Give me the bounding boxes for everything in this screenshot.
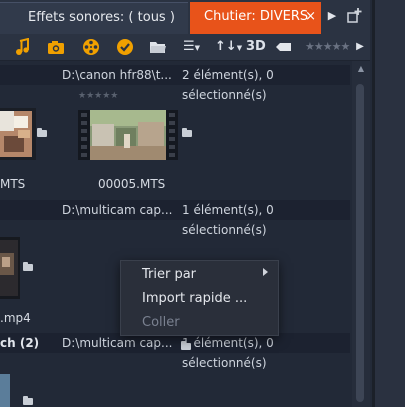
- menu-item-quick-import[interactable]: Import rapide ...: [142, 291, 247, 306]
- rating-filter-stars[interactable]: ★★★★★: [305, 38, 351, 56]
- menu-item-sort-by[interactable]: Trier par: [142, 267, 196, 282]
- folder-icon: [37, 128, 47, 137]
- submenu-arrow-icon: [263, 268, 268, 276]
- folder-open-icon[interactable]: [149, 38, 167, 56]
- media-thumbnail[interactable]: [78, 110, 178, 160]
- music-note-icon[interactable]: [14, 37, 30, 56]
- group-name: ch (2): [0, 336, 40, 350]
- scroll-up-icon[interactable]: ▲: [356, 64, 366, 74]
- group-info: 1 élément(s), 0 sélectionné(s): [182, 203, 274, 237]
- tab-label: Chutier: DIVERS: [204, 9, 309, 24]
- 3d-toggle-button[interactable]: 3D: [246, 38, 268, 56]
- tab-sound-effects[interactable]: Effets sonores: ( tous ): [0, 2, 188, 34]
- group-info: 2 élément(s), 0 sélectionné(s): [182, 68, 274, 102]
- sort-glyph: ↑↓: [215, 39, 237, 54]
- media-label: .mp4: [0, 311, 31, 325]
- group-path: D:\canon hfr88\t...: [62, 68, 172, 82]
- group-info: 1 élément(s), 0 sélectionné(s): [182, 336, 274, 370]
- tag-icon[interactable]: [275, 38, 293, 56]
- new-tab-icon[interactable]: [345, 6, 365, 26]
- sort-icon[interactable]: ↑↓▼: [215, 38, 242, 56]
- tab-scroll-right-icon[interactable]: ▶: [323, 6, 341, 26]
- toolbar-scroll-right-icon[interactable]: ▶: [353, 38, 367, 56]
- rating-stars[interactable]: ★★★★★: [78, 91, 118, 101]
- media-thumbnail[interactable]: [0, 108, 36, 160]
- list-glyph: ☰: [183, 39, 195, 54]
- media-label: MTS: [0, 177, 26, 191]
- list-view-icon[interactable]: ☰▼: [183, 38, 209, 56]
- folder-icon: [23, 396, 33, 405]
- group-header[interactable]: D:\canon hfr88\t... 2 élément(s), 0 séle…: [0, 65, 350, 102]
- group-header[interactable]: D:\multicam cap... 1 élément(s), 0 sélec…: [0, 200, 350, 237]
- film-reel-icon[interactable]: [82, 38, 100, 56]
- folder-icon: [181, 341, 191, 350]
- folder-icon: [23, 262, 33, 271]
- checkmark-circle-icon[interactable]: [116, 38, 134, 56]
- scrollbar-thumb[interactable]: [356, 84, 364, 402]
- group-path: D:\multicam cap...: [62, 336, 173, 350]
- group-path: D:\multicam cap...: [62, 203, 173, 217]
- close-tab-icon[interactable]: ×: [305, 2, 316, 32]
- group-header[interactable]: ch (2) D:\multicam cap... 1 élément(s), …: [0, 333, 350, 370]
- media-thumbnail[interactable]: [0, 374, 10, 407]
- right-panel-edge: [372, 0, 405, 407]
- media-label: 00005.MTS: [98, 177, 166, 191]
- tab-bin-divers[interactable]: Chutier: DIVERS ×: [190, 2, 321, 34]
- folder-icon: [182, 128, 192, 137]
- tab-label: Effets sonores: ( tous ): [28, 10, 175, 25]
- media-thumbnail[interactable]: [0, 237, 20, 299]
- context-menu: Trier par Import rapide ... Coller: [120, 260, 279, 336]
- menu-item-paste: Coller: [142, 315, 180, 330]
- camera-icon[interactable]: [47, 38, 65, 56]
